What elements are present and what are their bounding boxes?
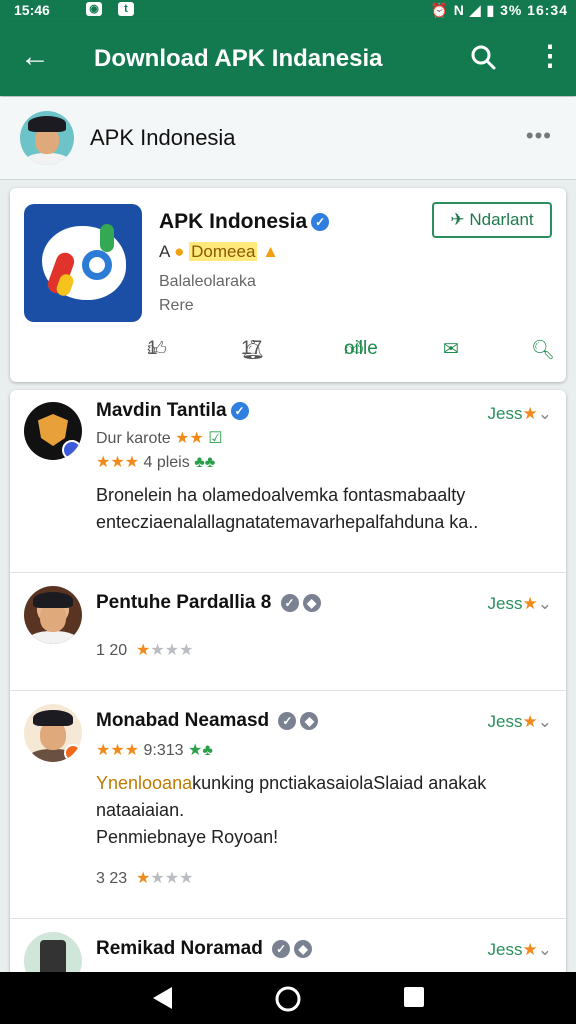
check-badge-icon: ☑ [208, 430, 223, 447]
channel-header[interactable]: APK Indonesia ••• [0, 97, 576, 180]
app-rating: A ● Domeea ▲ [159, 242, 279, 262]
comment-meta-text: Dur karote [96, 430, 171, 447]
verified-badge-icon: ✓ [278, 711, 297, 730]
less-toggle[interactable]: Jess★⌄ [488, 594, 552, 614]
stars-icon: ★★★ [96, 454, 140, 471]
likes-count: 1 [147, 338, 158, 359]
commenter-name: Mavdin Tantila ✓ [96, 400, 249, 422]
warning-icon: ▲ [262, 242, 279, 261]
stars-icon: ★★★ [96, 742, 140, 759]
overflow-menu-icon[interactable]: ⋮ [536, 42, 564, 70]
desc-line2: Rere [159, 297, 194, 314]
comment-body: Bronelein ha olamedoalvemka fontasmabaal… [96, 485, 479, 532]
comment-rating: 1 20 ★★★★ [96, 640, 193, 660]
less-label: Jess [487, 404, 523, 423]
comment-body-line: Penmiebnaye Royoan! [96, 827, 279, 847]
less-label: Jess [487, 940, 523, 959]
rating-badge: Domeea [189, 242, 258, 261]
zoom-icon[interactable]: 🔍︎ [531, 338, 555, 362]
comment-rating: 3 23 ★★★★ [96, 868, 193, 888]
commenter-avatar [24, 704, 82, 762]
verified-badge-icon: ✓ [272, 939, 291, 958]
rating-prefix: A [159, 242, 170, 261]
verified-badge-icon: ✓ [280, 593, 299, 612]
app-name: APK Indonesia ✓ [159, 210, 330, 234]
download-button[interactable]: ✈ Ndarlant [432, 202, 552, 238]
stars-icon: ★★★★ [136, 870, 194, 887]
app-description: Balaleolaraka Rere [159, 270, 256, 318]
home-circle-icon[interactable] [274, 985, 302, 1013]
more-dots-icon[interactable]: ••• [526, 123, 552, 149]
commenter-name: Pentuhe Pardallia 8 ✓ ◆ [96, 592, 321, 614]
plane-icon: ✈ [450, 210, 465, 229]
comments-list: Mavdin Tantila ✓ Jess★⌄ Dur karote ★★ ☑ ★… [10, 390, 566, 990]
verified-badge-icon: ✓ [230, 401, 249, 420]
commenter-name: Monabad Neamasd ✓ ◆ [96, 710, 319, 732]
comment-count: 1 20 [96, 642, 128, 659]
mail-icon[interactable]: ✉ [443, 338, 459, 361]
commenter-avatar [24, 402, 82, 460]
commenter-avatar [24, 586, 82, 644]
comment-item: Monabad Neamasd ✓ ◆ Jess★⌄ ★★★ 9:313 ★♣ Y… [10, 690, 566, 919]
commenter-name-text: Pentuhe Pardallia 8 [96, 592, 272, 613]
shield-badge-icon: ◆ [300, 711, 319, 730]
commenter-name: Remikad Noramad ✓ ◆ [96, 938, 313, 960]
leaf-icon: ♣♣ [194, 454, 216, 471]
verified-badge-icon: ✓ [311, 213, 330, 232]
status-bar: 15:46 ◉ t ⏰ N ◢ ▮ 3% 16:34 [0, 0, 576, 22]
channel-avatar [20, 111, 74, 165]
status-battery-time: 3% 16:34 [500, 2, 568, 18]
search-icon[interactable] [470, 44, 496, 70]
comment-rating-text: 4 pleis [143, 454, 190, 471]
leaf-icon: ★♣ [187, 742, 213, 759]
back-triangle-icon[interactable] [150, 985, 176, 1011]
less-toggle[interactable]: Jess★⌄ [488, 940, 552, 960]
comment-body: Ynenlooanakunking pnctiakasaiolaSlaiad a… [96, 770, 546, 851]
like-action-label: oille [344, 338, 378, 359]
comment-count: 3 23 [96, 870, 128, 887]
download-label: Ndarlant [469, 210, 534, 229]
comment-body-highlight: Ynenlooana [96, 773, 193, 793]
badge-dot-icon: ● [174, 242, 185, 261]
comment-meta: Dur karote ★★ ☑ [96, 428, 223, 448]
comment-rating: ★★★ 4 pleis ♣♣ [96, 452, 215, 472]
commenter-name-text: Monabad Neamasd [96, 710, 270, 731]
less-toggle[interactable]: Jess★⌄ [488, 712, 552, 732]
less-label: Jess [487, 712, 523, 731]
shield-badge-icon: ◆ [302, 593, 321, 612]
app-logo [24, 204, 142, 322]
bells-count: 17 [241, 338, 263, 359]
toolbar-title: Download APK Indanesia [94, 45, 383, 72]
recents-square-icon[interactable] [402, 985, 426, 1009]
system-nav-bar [0, 972, 576, 1024]
app-name-text: APK Indonesia [159, 210, 308, 233]
comment-item: Mavdin Tantila ✓ Jess★⌄ Dur karote ★★ ☑ ★… [10, 390, 566, 573]
notification-icon: t [118, 2, 134, 16]
comment-item: Pentuhe Pardallia 8 ✓ ◆ Jess★⌄ 1 20 ★★★★ [10, 572, 566, 691]
comment-sub-text: 9:313 [143, 742, 184, 759]
status-time: 15:46 [14, 2, 50, 18]
stars-icon: ★★★★ [136, 642, 194, 659]
stars-icon: ★★ [175, 430, 204, 447]
less-label: Jess [487, 594, 523, 613]
less-toggle[interactable]: Jess★⌄ [488, 404, 552, 424]
channel-name: APK Indonesia [90, 125, 236, 150]
back-arrow-icon[interactable]: ← [20, 40, 50, 74]
comment-rating: ★★★ 9:313 ★♣ [96, 740, 213, 760]
commenter-name-text: Mavdin Tantila [96, 400, 227, 421]
app-toolbar: ← Download APK Indanesia ⋮ [0, 22, 576, 96]
commenter-name-text: Remikad Noramad [96, 938, 263, 959]
shield-icon: ◉ [86, 2, 102, 16]
shield-badge-icon: ◆ [294, 939, 313, 958]
status-right: ⏰ N ◢ ▮ 3% 16:34 [430, 2, 568, 18]
desc-line1: Balaleolaraka [159, 273, 256, 290]
app-card: APK Indonesia ✓ A ● Domeea ▲ Balaleolarak… [10, 188, 566, 382]
